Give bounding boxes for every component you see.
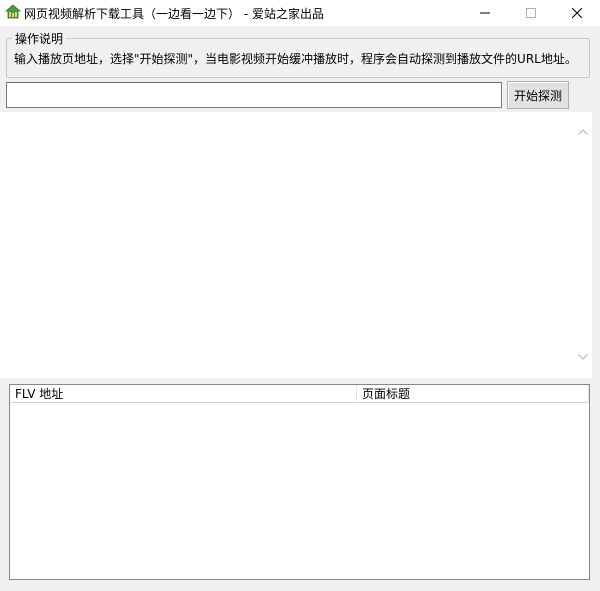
browser-scrollbar[interactable] — [574, 116, 592, 370]
main-window: 网页视频解析下载工具（一边看一边下） - 爱站之家出品 操作说明 输入播放页地址… — [0, 0, 600, 591]
chevron-down-icon — [578, 354, 588, 360]
scroll-up-button[interactable] — [574, 124, 592, 140]
close-button[interactable] — [554, 0, 600, 26]
chevron-up-icon — [578, 129, 588, 135]
start-detect-button[interactable]: 开始探测 — [507, 81, 569, 109]
instructions-legend: 操作说明 — [12, 30, 67, 47]
url-input[interactable] — [6, 82, 502, 108]
maximize-button[interactable] — [508, 0, 554, 26]
column-header-flv-address[interactable]: FLV 地址 — [10, 385, 357, 403]
column-header-page-title[interactable]: 页面标题 — [357, 385, 589, 403]
window-title: 网页视频解析下载工具（一边看一边下） - 爱站之家出品 — [24, 7, 324, 21]
instructions-text: 输入播放页地址，选择"开始探测"，当电影视频开始缓冲播放时，程序会自动探测到播放… — [14, 52, 577, 66]
browser-view[interactable] — [0, 112, 592, 378]
maximize-icon — [526, 8, 536, 18]
house-icon — [4, 4, 22, 20]
close-icon — [572, 8, 582, 18]
minimize-button[interactable] — [462, 0, 508, 26]
list-body[interactable] — [10, 403, 589, 579]
results-list[interactable]: FLV 地址 页面标题 — [9, 384, 590, 580]
title-bar[interactable]: 网页视频解析下载工具（一边看一边下） - 爱站之家出品 — [0, 0, 600, 26]
minimize-icon — [480, 12, 490, 14]
scroll-down-button[interactable] — [574, 349, 592, 365]
list-header: FLV 地址 页面标题 — [10, 385, 589, 403]
